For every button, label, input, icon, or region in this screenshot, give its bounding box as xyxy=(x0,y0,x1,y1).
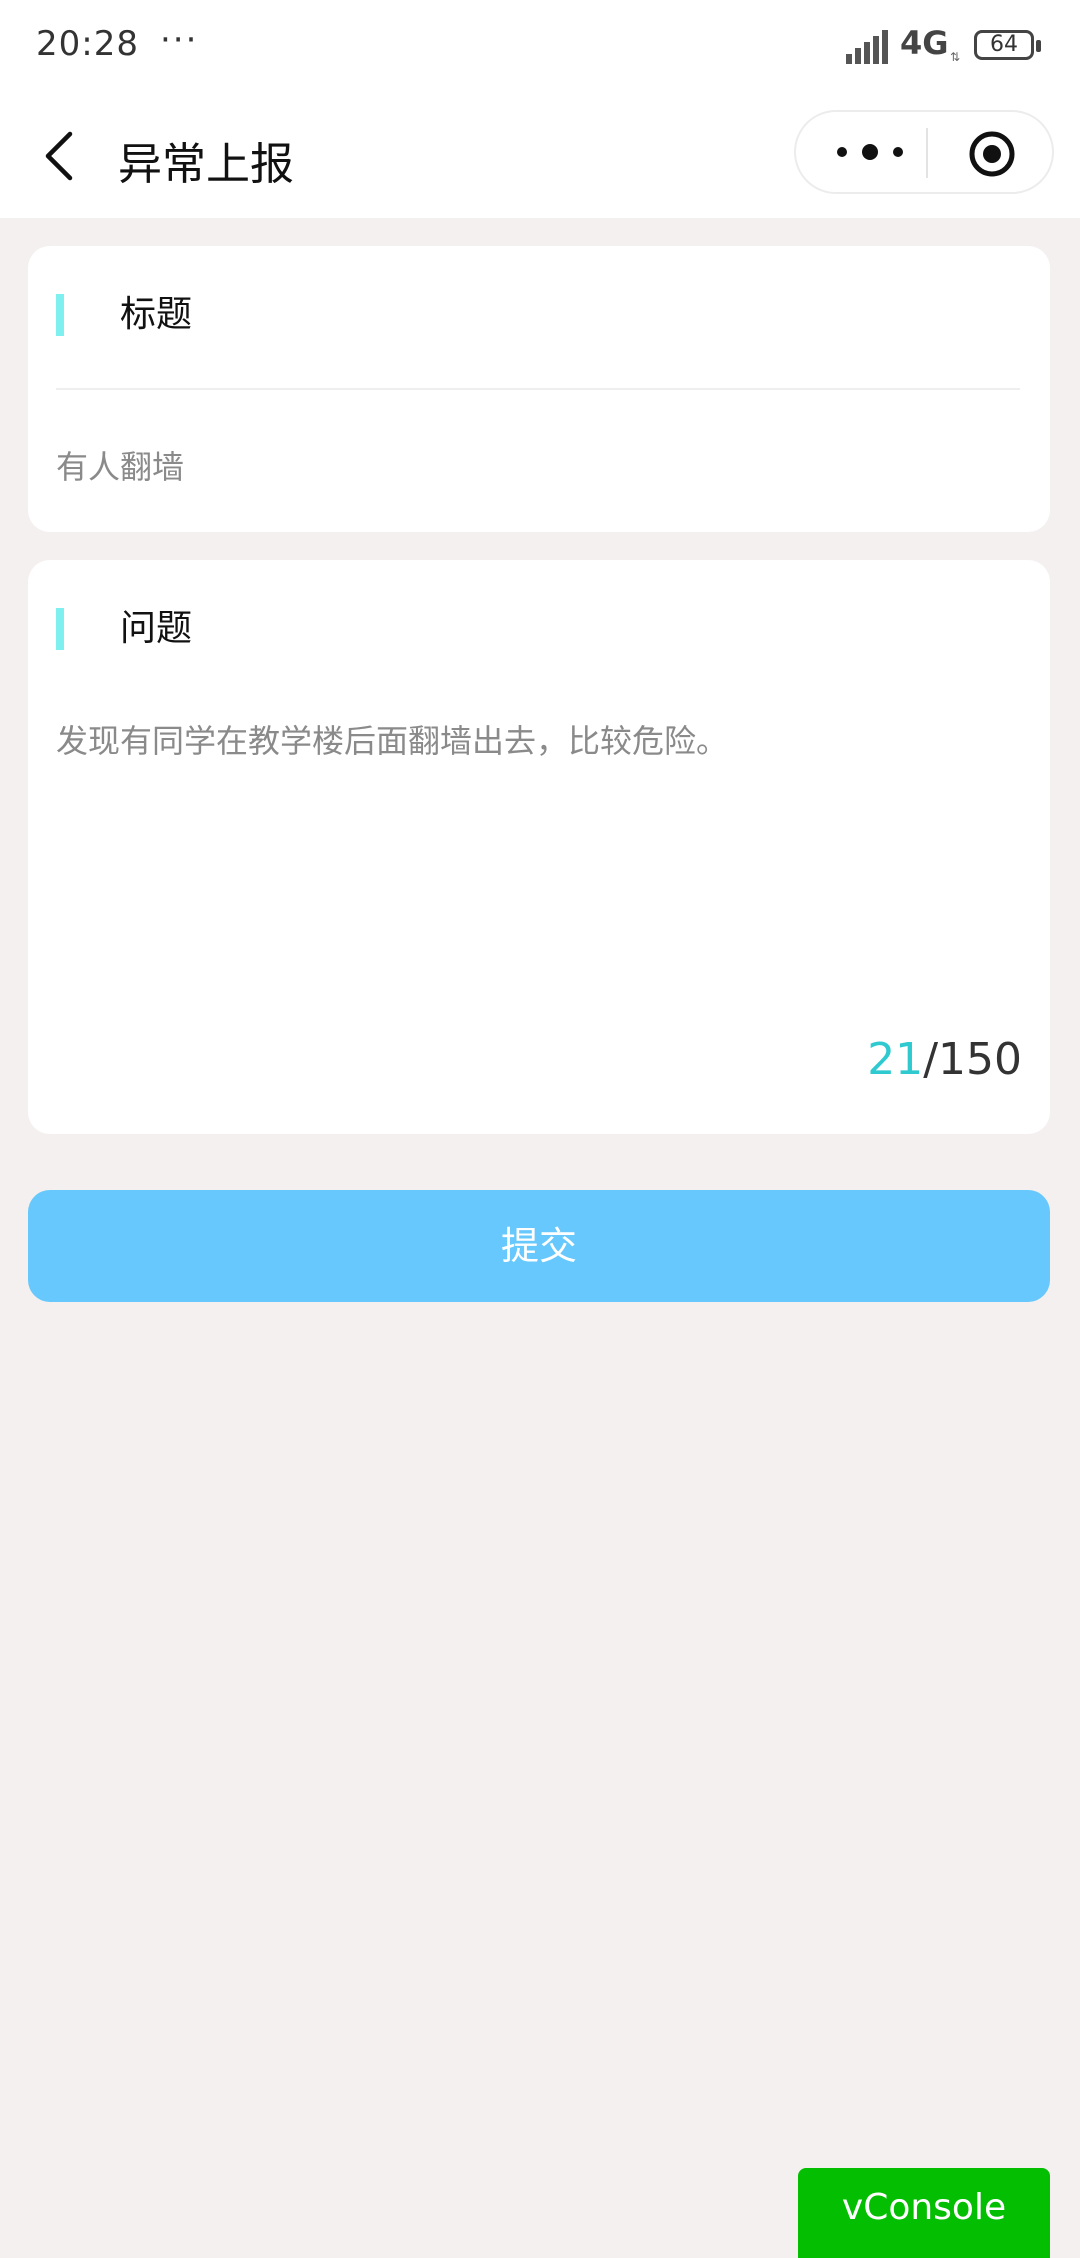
capsule-divider xyxy=(926,128,928,178)
title-input[interactable]: 有人翻墙 xyxy=(56,442,1016,492)
title-input-value: 有人翻墙 xyxy=(56,448,185,486)
section-accent-bar xyxy=(56,608,64,650)
network-activity-icon: ⇅ xyxy=(950,50,961,64)
mini-program-capsule xyxy=(794,110,1054,194)
problem-textarea-value: 发现有同学在教学楼后面翻墙出去，比较危险。 xyxy=(56,722,729,760)
battery-tip xyxy=(1036,40,1041,52)
title-card: 标题 有人翻墙 xyxy=(28,246,1050,532)
vconsole-button[interactable]: vConsole xyxy=(798,2168,1050,2258)
chevron-left-icon[interactable] xyxy=(40,126,80,186)
char-count-max: 150 xyxy=(938,1034,1022,1085)
char-count-current: 21 xyxy=(867,1034,924,1085)
problem-textarea[interactable]: 发现有同学在教学楼后面翻墙出去，比较危险。 xyxy=(56,716,1016,1036)
network-type: 4G xyxy=(900,24,949,62)
char-count-separator: / xyxy=(923,1034,939,1085)
signal-icon xyxy=(846,30,888,64)
status-bar: 20:28 ··· 4G ⇅ 64 xyxy=(0,0,1080,96)
battery-icon: 64 xyxy=(974,30,1034,60)
target-icon[interactable] xyxy=(968,130,1016,178)
battery-level: 64 xyxy=(990,32,1018,57)
status-dots: ··· xyxy=(160,20,199,60)
problem-section-label: 问题 xyxy=(120,608,193,649)
submit-button[interactable]: 提交 xyxy=(28,1190,1050,1302)
section-title-label: 标题 xyxy=(120,294,193,335)
page-title: 异常上报 xyxy=(118,139,294,190)
section-accent-bar xyxy=(56,294,64,336)
more-dots-icon[interactable] xyxy=(830,130,910,174)
problem-card: 问题 发现有同学在教学楼后面翻墙出去，比较危险。 21/150 xyxy=(28,560,1050,1134)
char-counter: 21/150 xyxy=(867,1034,1022,1085)
nav-bar: 异常上报 xyxy=(0,96,1080,218)
status-time: 20:28 xyxy=(36,24,139,64)
title-divider xyxy=(56,388,1020,390)
